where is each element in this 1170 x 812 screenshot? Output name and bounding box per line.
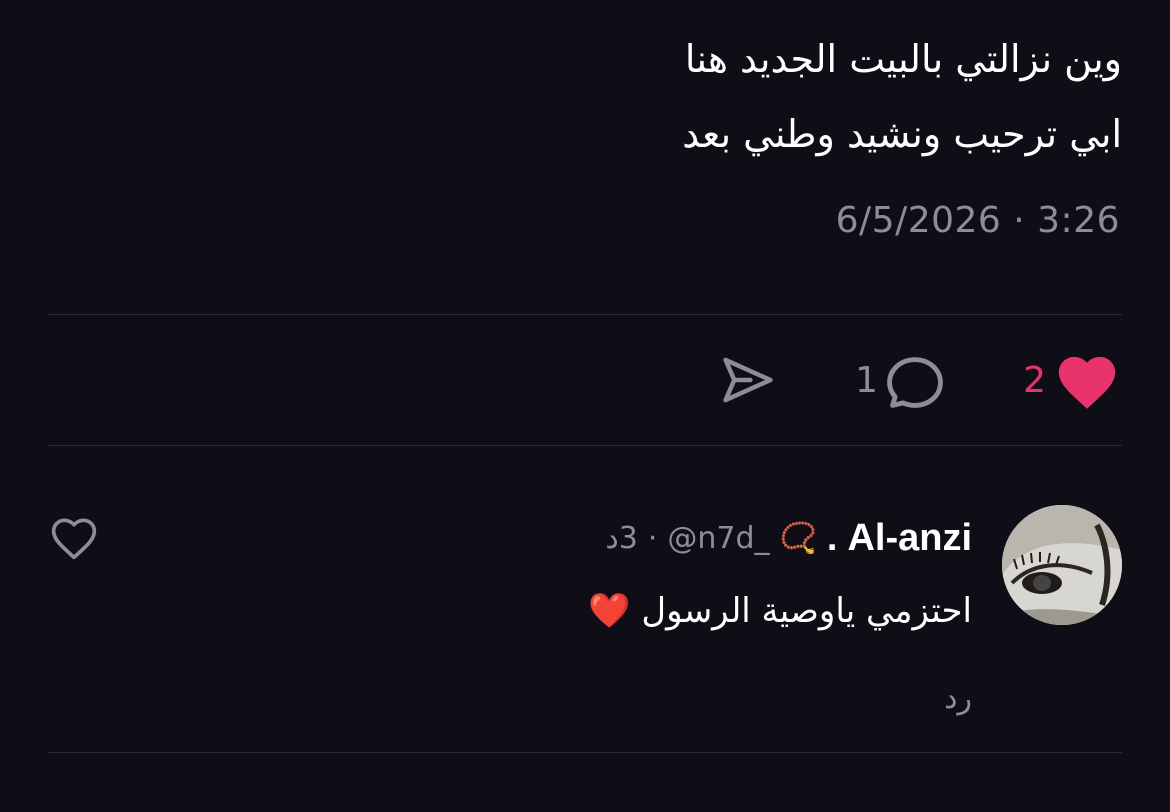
divider-comment-end xyxy=(48,752,1122,753)
user-handle[interactable]: @n7d_ xyxy=(667,521,769,556)
heart-outline-icon xyxy=(51,518,97,560)
comment-like-button[interactable] xyxy=(48,513,100,561)
avatar-photo xyxy=(1002,505,1122,625)
reply-count: 1 xyxy=(855,359,878,401)
comment-text: احتزمي ياوصية الرسول ❤️ xyxy=(588,591,972,631)
post-body: وين نزالتي بالبيت الجديد هنا ابي ترحيب و… xyxy=(222,22,1122,172)
name-suffix: . xyxy=(826,517,838,559)
reply-button[interactable]: 1 xyxy=(855,348,946,412)
display-name[interactable]: Al-anzi xyxy=(847,517,972,560)
divider-top xyxy=(48,314,1122,315)
like-button[interactable]: 2 xyxy=(1023,348,1122,412)
avatar[interactable] xyxy=(1002,505,1122,625)
post-timestamp: 6/5/2026 · 3:26 xyxy=(835,200,1120,241)
comment-bubble-icon xyxy=(887,357,943,408)
comment-item: Al-anzi . 📿 @n7d_ · 3د احتزمي ياوصية الر… xyxy=(48,505,1122,745)
prayer-beads-icon: 📿 xyxy=(779,521,817,556)
heart-filled-icon xyxy=(1058,356,1116,409)
comment-time: 3د xyxy=(605,521,638,556)
meta-separator: · xyxy=(647,521,658,556)
post-line-1: وين نزالتي بالبيت الجديد هنا xyxy=(684,37,1122,81)
post-actions-bar: 2 1 xyxy=(48,316,1122,446)
comment-header: Al-anzi . 📿 @n7d_ · 3د xyxy=(605,517,972,560)
share-button[interactable] xyxy=(718,348,778,412)
divider-bottom xyxy=(48,445,1122,446)
send-icon xyxy=(723,357,773,403)
like-count: 2 xyxy=(1023,359,1046,401)
post-line-2: ابي ترحيب ونشيد وطني بعد xyxy=(682,112,1122,156)
reply-link[interactable]: رد xyxy=(944,681,972,716)
